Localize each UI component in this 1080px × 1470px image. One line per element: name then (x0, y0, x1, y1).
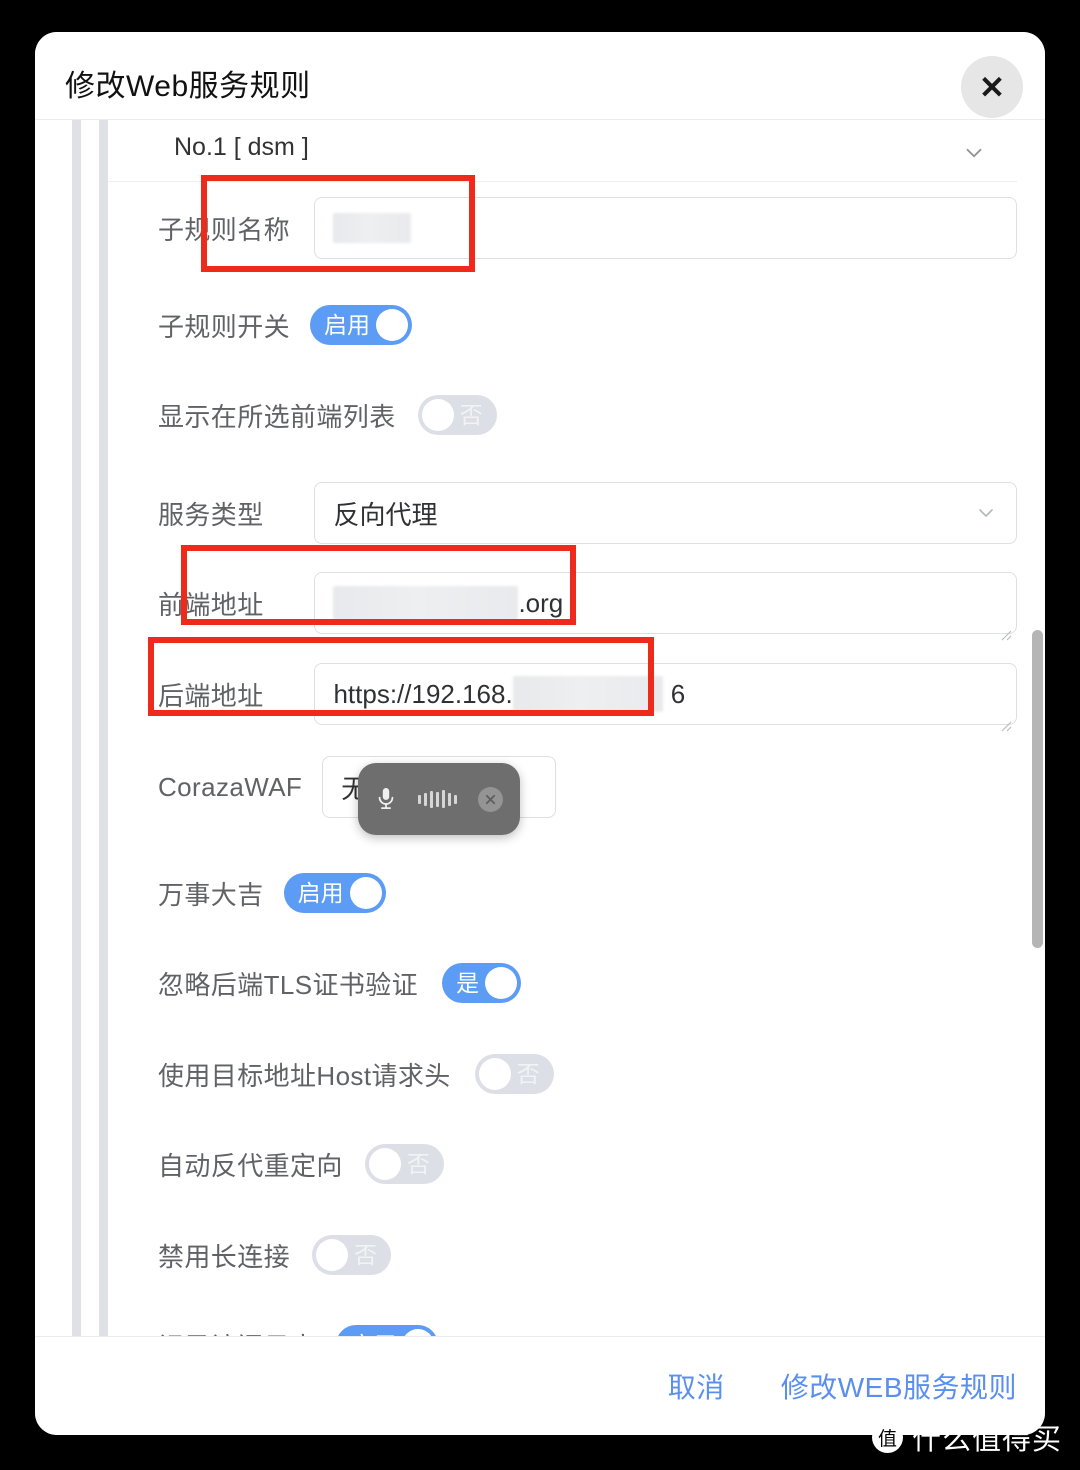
row-disable-keepalive: 禁用长连接 否 (108, 1230, 1017, 1280)
toggle-knob (485, 967, 518, 999)
row-sub-rule-name: 子规则名称 (108, 192, 1017, 264)
label-show-in-frontend-list: 显示在所选前端列表 (158, 401, 396, 432)
rule-group-title: No.1 [ dsm ] (174, 133, 309, 161)
label-backend-address: 后端地址 (158, 680, 264, 711)
row-all-good: 万事大吉 启用 (108, 868, 1017, 918)
rule-group-header[interactable]: No.1 [ dsm ] (108, 120, 1017, 182)
toggle-all-good[interactable]: 启用 (283, 873, 386, 913)
label-ignore-backend-tls: 忽略后端TLS证书验证 (158, 969, 419, 1000)
backend-address-prefix: https://192.168. (333, 678, 513, 709)
voice-input-overlay (358, 763, 520, 835)
toggle-show-in-frontend-list[interactable]: 否 (417, 395, 497, 435)
close-icon: ✕ (979, 69, 1005, 105)
toggle-knob (368, 1148, 401, 1180)
label-frontend-address: 前端地址 (158, 589, 264, 620)
dialog-header: 修改Web服务规则 ✕ (35, 32, 1045, 120)
voice-waveform (418, 790, 457, 808)
label-coraza-waf: CorazaWAF (158, 771, 303, 802)
toggle-knob (316, 1239, 349, 1271)
chevron-down-icon (974, 501, 998, 525)
cancel-button[interactable]: 取消 (668, 1366, 725, 1406)
toggle-knob (376, 309, 409, 341)
toggle-state-label: 否 (459, 401, 483, 428)
toggle-state-label: 否 (354, 1241, 378, 1268)
toggle-ignore-backend-tls[interactable]: 是 (442, 963, 522, 1003)
row-coraza-waf: CorazaWAF 无 (108, 756, 1017, 818)
toggle-state-label: 否 (516, 1060, 540, 1087)
sub-rule-name-input[interactable] (314, 197, 1017, 259)
watermark-logo: 值 (871, 1421, 903, 1453)
label-access-log: 记录访问日志 (158, 1327, 316, 1337)
toggle-knob (421, 399, 454, 431)
toggle-access-log[interactable]: 启用 (336, 1325, 439, 1336)
toggle-knob (402, 1329, 435, 1336)
toggle-state-label: 启用 (297, 879, 344, 906)
confirm-edit-rule-button[interactable]: 修改WEB服务规则 (781, 1366, 1017, 1406)
resize-handle-icon[interactable] (998, 617, 1012, 641)
toggle-disable-keepalive[interactable]: 否 (312, 1235, 392, 1275)
label-sub-rule-switch: 子规则开关 (158, 311, 291, 342)
backend-address-suffix: 6 (670, 678, 686, 709)
toggle-knob (349, 877, 382, 909)
vertical-scrollbar-thumb[interactable] (1032, 630, 1043, 948)
close-dialog-button[interactable]: ✕ (961, 56, 1023, 118)
row-use-target-host-header: 使用目标地址Host请求头 否 (108, 1049, 1017, 1099)
row-ignore-backend-tls: 忽略后端TLS证书验证 是 (108, 958, 1017, 1008)
toggle-knob (478, 1058, 511, 1090)
label-all-good: 万事大吉 (158, 879, 264, 910)
redacted-value (333, 213, 412, 243)
row-show-in-frontend-list: 显示在所选前端列表 否 (108, 390, 1017, 440)
label-auto-proxy-redirect: 自动反代重定向 (158, 1150, 343, 1181)
toggle-auto-proxy-redirect[interactable]: 否 (364, 1144, 444, 1184)
service-type-value: 反向代理 (333, 499, 438, 530)
redacted-value (333, 586, 519, 620)
watermark-text: 什么值得买 (911, 1424, 1062, 1456)
toggle-sub-rule-switch[interactable]: 启用 (310, 305, 413, 345)
rule-form-panel: No.1 [ dsm ] 子规则名称 子规则开关 启用 显示在所选前端列表 否 … (108, 120, 1017, 1336)
row-sub-rule-switch: 子规则开关 启用 (108, 300, 1017, 350)
chevron-down-icon[interactable] (961, 140, 987, 166)
resize-handle-icon[interactable] (998, 708, 1012, 732)
label-service-type: 服务类型 (158, 499, 264, 530)
toggle-use-target-host-header[interactable]: 否 (474, 1054, 554, 1094)
scroll-rail-inner (99, 120, 108, 1336)
microphone-icon[interactable] (375, 786, 397, 812)
row-backend-address: 后端地址 https://192.168. 6 (108, 663, 1017, 732)
toggle-state-label: 否 (406, 1150, 430, 1177)
dialog-title: 修改Web服务规则 (65, 70, 311, 103)
label-use-target-host-header: 使用目标地址Host请求头 (158, 1060, 451, 1091)
backend-address-textarea[interactable]: https://192.168. 6 (314, 663, 1017, 732)
frontend-address-suffix: .org (518, 587, 564, 618)
service-type-select[interactable]: 反向代理 (314, 482, 1017, 544)
redacted-value (512, 676, 663, 712)
dialog-body: No.1 [ dsm ] 子规则名称 子规则开关 启用 显示在所选前端列表 否 … (35, 120, 1045, 1336)
watermark: 值 什么值得买 (871, 1416, 1062, 1458)
close-circle-icon[interactable] (478, 786, 503, 812)
edit-web-service-rule-dialog: 修改Web服务规则 ✕ No.1 [ dsm ] 子规则名称 子规则开关 启用 … (35, 32, 1045, 1435)
toggle-state-label: 是 (456, 969, 480, 996)
row-frontend-address: 前端地址 .org (108, 572, 1017, 641)
label-disable-keepalive: 禁用长连接 (158, 1241, 291, 1272)
toggle-state-label: 启用 (324, 311, 371, 338)
scroll-rail-outer (72, 120, 81, 1336)
label-sub-rule-name: 子规则名称 (158, 214, 291, 245)
row-access-log: 记录访问日志 启用 (108, 1320, 1017, 1336)
row-service-type: 服务类型 反向代理 (108, 482, 1017, 544)
row-auto-proxy-redirect: 自动反代重定向 否 (108, 1139, 1017, 1189)
frontend-address-textarea[interactable]: .org (314, 572, 1017, 641)
